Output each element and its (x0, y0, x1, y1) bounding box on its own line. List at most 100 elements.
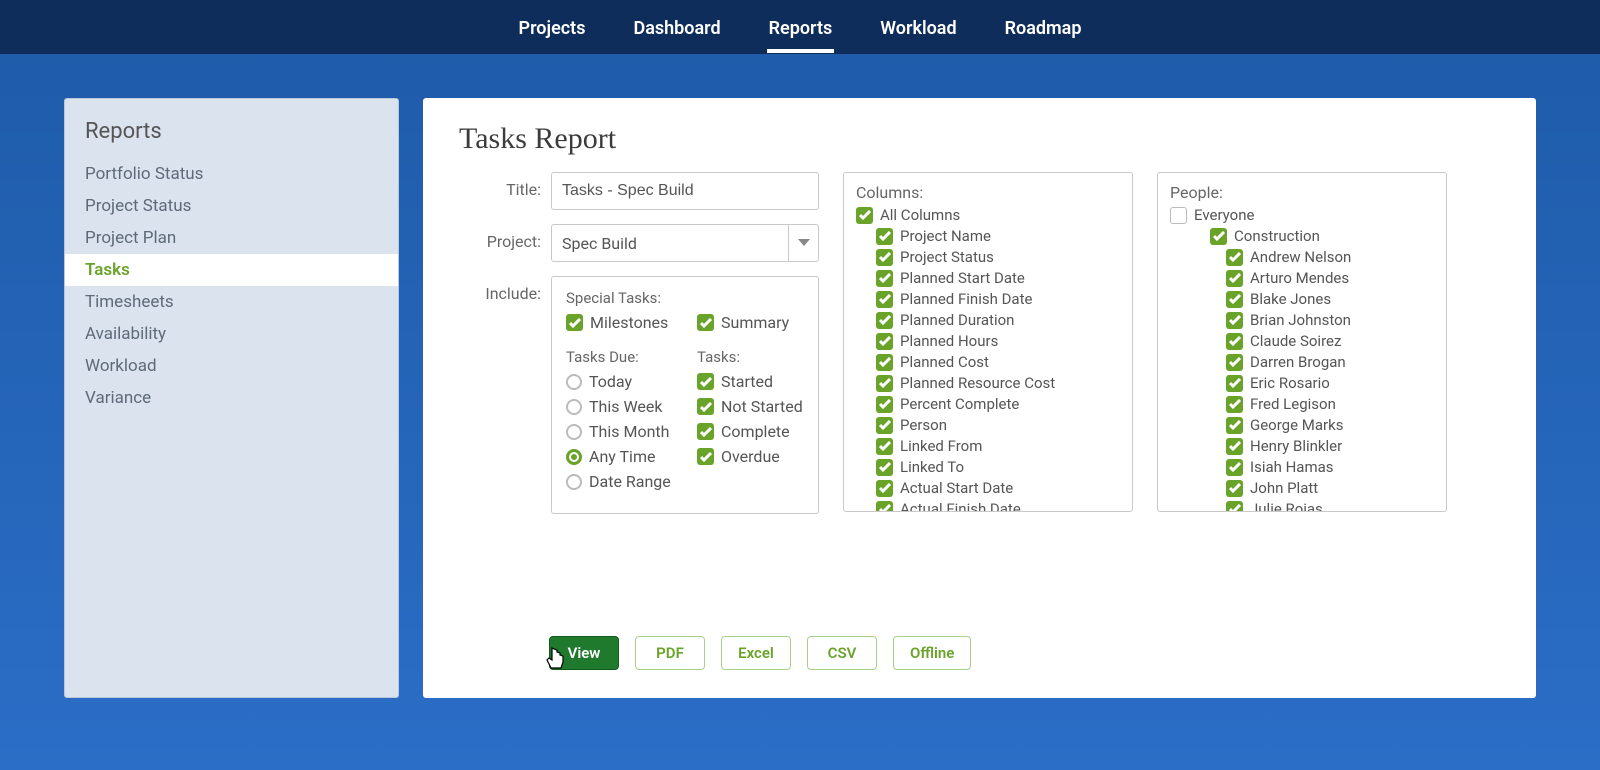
task-state-overdue[interactable]: Overdue (697, 447, 804, 466)
column-planned-resource-cost-label: Planned Resource Cost (900, 374, 1055, 392)
tasks-due-today[interactable]: Today (566, 372, 673, 391)
topnav-workload[interactable]: Workload (878, 4, 958, 51)
checkbox-icon (876, 480, 893, 497)
column-linked-to[interactable]: Linked To (856, 458, 1120, 476)
special-task-milestones[interactable]: Milestones (566, 313, 673, 332)
checkbox-icon (876, 396, 893, 413)
tasks-due-any-time[interactable]: Any Time (566, 447, 673, 466)
offline-button[interactable]: Offline (893, 636, 971, 670)
checkbox-icon (1210, 228, 1227, 245)
people-member-eric-rosario[interactable]: Eric Rosario (1170, 374, 1434, 392)
column-project-name[interactable]: Project Name (856, 227, 1120, 245)
column-percent-complete[interactable]: Percent Complete (856, 395, 1120, 413)
checkbox-icon (1226, 291, 1243, 308)
column-actual-finish-date[interactable]: Actual Finish Date (856, 500, 1120, 511)
column-project-status[interactable]: Project Status (856, 248, 1120, 266)
columns-scroll[interactable]: Columns:All ColumnsProject NameProject S… (844, 173, 1132, 511)
people-member-claude-soirez-label: Claude Soirez (1250, 332, 1341, 350)
column-planned-start-date[interactable]: Planned Start Date (856, 269, 1120, 287)
csv-button[interactable]: CSV (807, 636, 877, 670)
topnav-roadmap[interactable]: Roadmap (1003, 4, 1084, 51)
topnav-reports[interactable]: Reports (767, 4, 835, 51)
checkbox-icon (1226, 354, 1243, 371)
checkbox-icon (697, 398, 714, 415)
chevron-down-icon (788, 225, 818, 261)
column-linked-to-label: Linked To (900, 458, 964, 476)
checkbox-icon (566, 314, 583, 331)
view-button[interactable]: View (549, 636, 619, 670)
column-planned-cost[interactable]: Planned Cost (856, 353, 1120, 371)
people-member-fred-legison[interactable]: Fred Legison (1170, 395, 1434, 413)
people-member-brian-johnston[interactable]: Brian Johnston (1170, 311, 1434, 329)
tasks-due-this-month-label: This Month (589, 422, 669, 441)
people-member-darren-brogan[interactable]: Darren Brogan (1170, 353, 1434, 371)
column-planned-resource-cost[interactable]: Planned Resource Cost (856, 374, 1120, 392)
sidebar-item-project-status[interactable]: Project Status (65, 190, 398, 222)
checkbox-icon (1226, 480, 1243, 497)
checkbox-icon (876, 291, 893, 308)
column-planned-finish-date[interactable]: Planned Finish Date (856, 290, 1120, 308)
people-member-isiah-hamas[interactable]: Isiah Hamas (1170, 458, 1434, 476)
people-member-henry-blinkler[interactable]: Henry Blinkler (1170, 437, 1434, 455)
task-state-complete[interactable]: Complete (697, 422, 804, 441)
special-task-summary[interactable]: Summary (697, 313, 804, 332)
people-member-fred-legison-label: Fred Legison (1250, 395, 1336, 413)
checkbox-icon (697, 423, 714, 440)
column-planned-duration-label: Planned Duration (900, 311, 1014, 329)
checkbox-icon (876, 501, 893, 512)
pdf-button[interactable]: PDF (635, 636, 705, 670)
column-actual-finish-date-label: Actual Finish Date (900, 500, 1021, 511)
people-member-andrew-nelson[interactable]: Andrew Nelson (1170, 248, 1434, 266)
title-input[interactable] (551, 172, 819, 210)
column-planned-hours[interactable]: Planned Hours (856, 332, 1120, 350)
sidebar-item-timesheets[interactable]: Timesheets (65, 286, 398, 318)
task-state-not-started[interactable]: Not Started (697, 397, 804, 416)
sidebar-item-project-plan[interactable]: Project Plan (65, 222, 398, 254)
people-member-julie-rojas-label: Julie Rojas (1250, 500, 1323, 511)
people-label: People: (1170, 183, 1434, 202)
people-member-arturo-mendes[interactable]: Arturo Mendes (1170, 269, 1434, 287)
people-member-blake-jones[interactable]: Blake Jones (1170, 290, 1434, 308)
title-label: Title: (459, 172, 551, 199)
column-linked-from[interactable]: Linked From (856, 437, 1120, 455)
people-member-john-platt[interactable]: John Platt (1170, 479, 1434, 497)
people-member-julie-rojas[interactable]: Julie Rojas (1170, 500, 1434, 511)
task-state-started-label: Started (721, 372, 773, 391)
radio-icon (566, 474, 582, 490)
tasks-due-date-range-label: Date Range (589, 472, 671, 491)
people-member-arturo-mendes-label: Arturo Mendes (1250, 269, 1349, 287)
sidebar-item-availability[interactable]: Availability (65, 318, 398, 350)
people-panel: People: Everyone Construction Andrew Nelson… (1157, 172, 1447, 512)
checkbox-icon (1226, 270, 1243, 287)
project-select-value: Spec Build (552, 234, 788, 253)
task-state-not-started-label: Not Started (721, 397, 803, 416)
excel-button[interactable]: Excel (721, 636, 791, 670)
sidebar-item-workload[interactable]: Workload (65, 350, 398, 382)
column-actual-start-date[interactable]: Actual Start Date (856, 479, 1120, 497)
column-person[interactable]: Person (856, 416, 1120, 434)
tasks-due-this-month[interactable]: This Month (566, 422, 673, 441)
tasks-due-date-range[interactable]: Date Range (566, 472, 673, 491)
radio-icon (566, 399, 582, 415)
topnav-projects[interactable]: Projects (517, 4, 588, 51)
people-member-blake-jones-label: Blake Jones (1250, 290, 1331, 308)
people-scroll[interactable]: People: Everyone Construction Andrew Nelson… (1158, 173, 1446, 511)
task-state-started[interactable]: Started (697, 372, 804, 391)
checkbox-icon (1226, 333, 1243, 350)
columns-all-label: All Columns (880, 206, 960, 224)
top-nav: Projects Dashboard Reports Workload Roadmap (0, 0, 1600, 54)
checkbox-icon (1226, 417, 1243, 434)
sidebar-item-tasks[interactable]: Tasks (65, 254, 398, 286)
checkbox-icon (876, 459, 893, 476)
sidebar-item-variance[interactable]: Variance (65, 382, 398, 414)
sidebar-item-portfolio-status[interactable]: Portfolio Status (65, 158, 398, 190)
people-member-george-marks[interactable]: George Marks (1170, 416, 1434, 434)
column-planned-duration[interactable]: Planned Duration (856, 311, 1120, 329)
topnav-dashboard[interactable]: Dashboard (631, 4, 722, 51)
columns-all[interactable]: All Columns (856, 206, 1120, 224)
project-select[interactable]: Spec Build (551, 224, 819, 262)
people-everyone[interactable]: Everyone (1170, 206, 1434, 224)
people-member-claude-soirez[interactable]: Claude Soirez (1170, 332, 1434, 350)
people-group-construction[interactable]: Construction (1170, 227, 1434, 245)
tasks-due-this-week[interactable]: This Week (566, 397, 673, 416)
